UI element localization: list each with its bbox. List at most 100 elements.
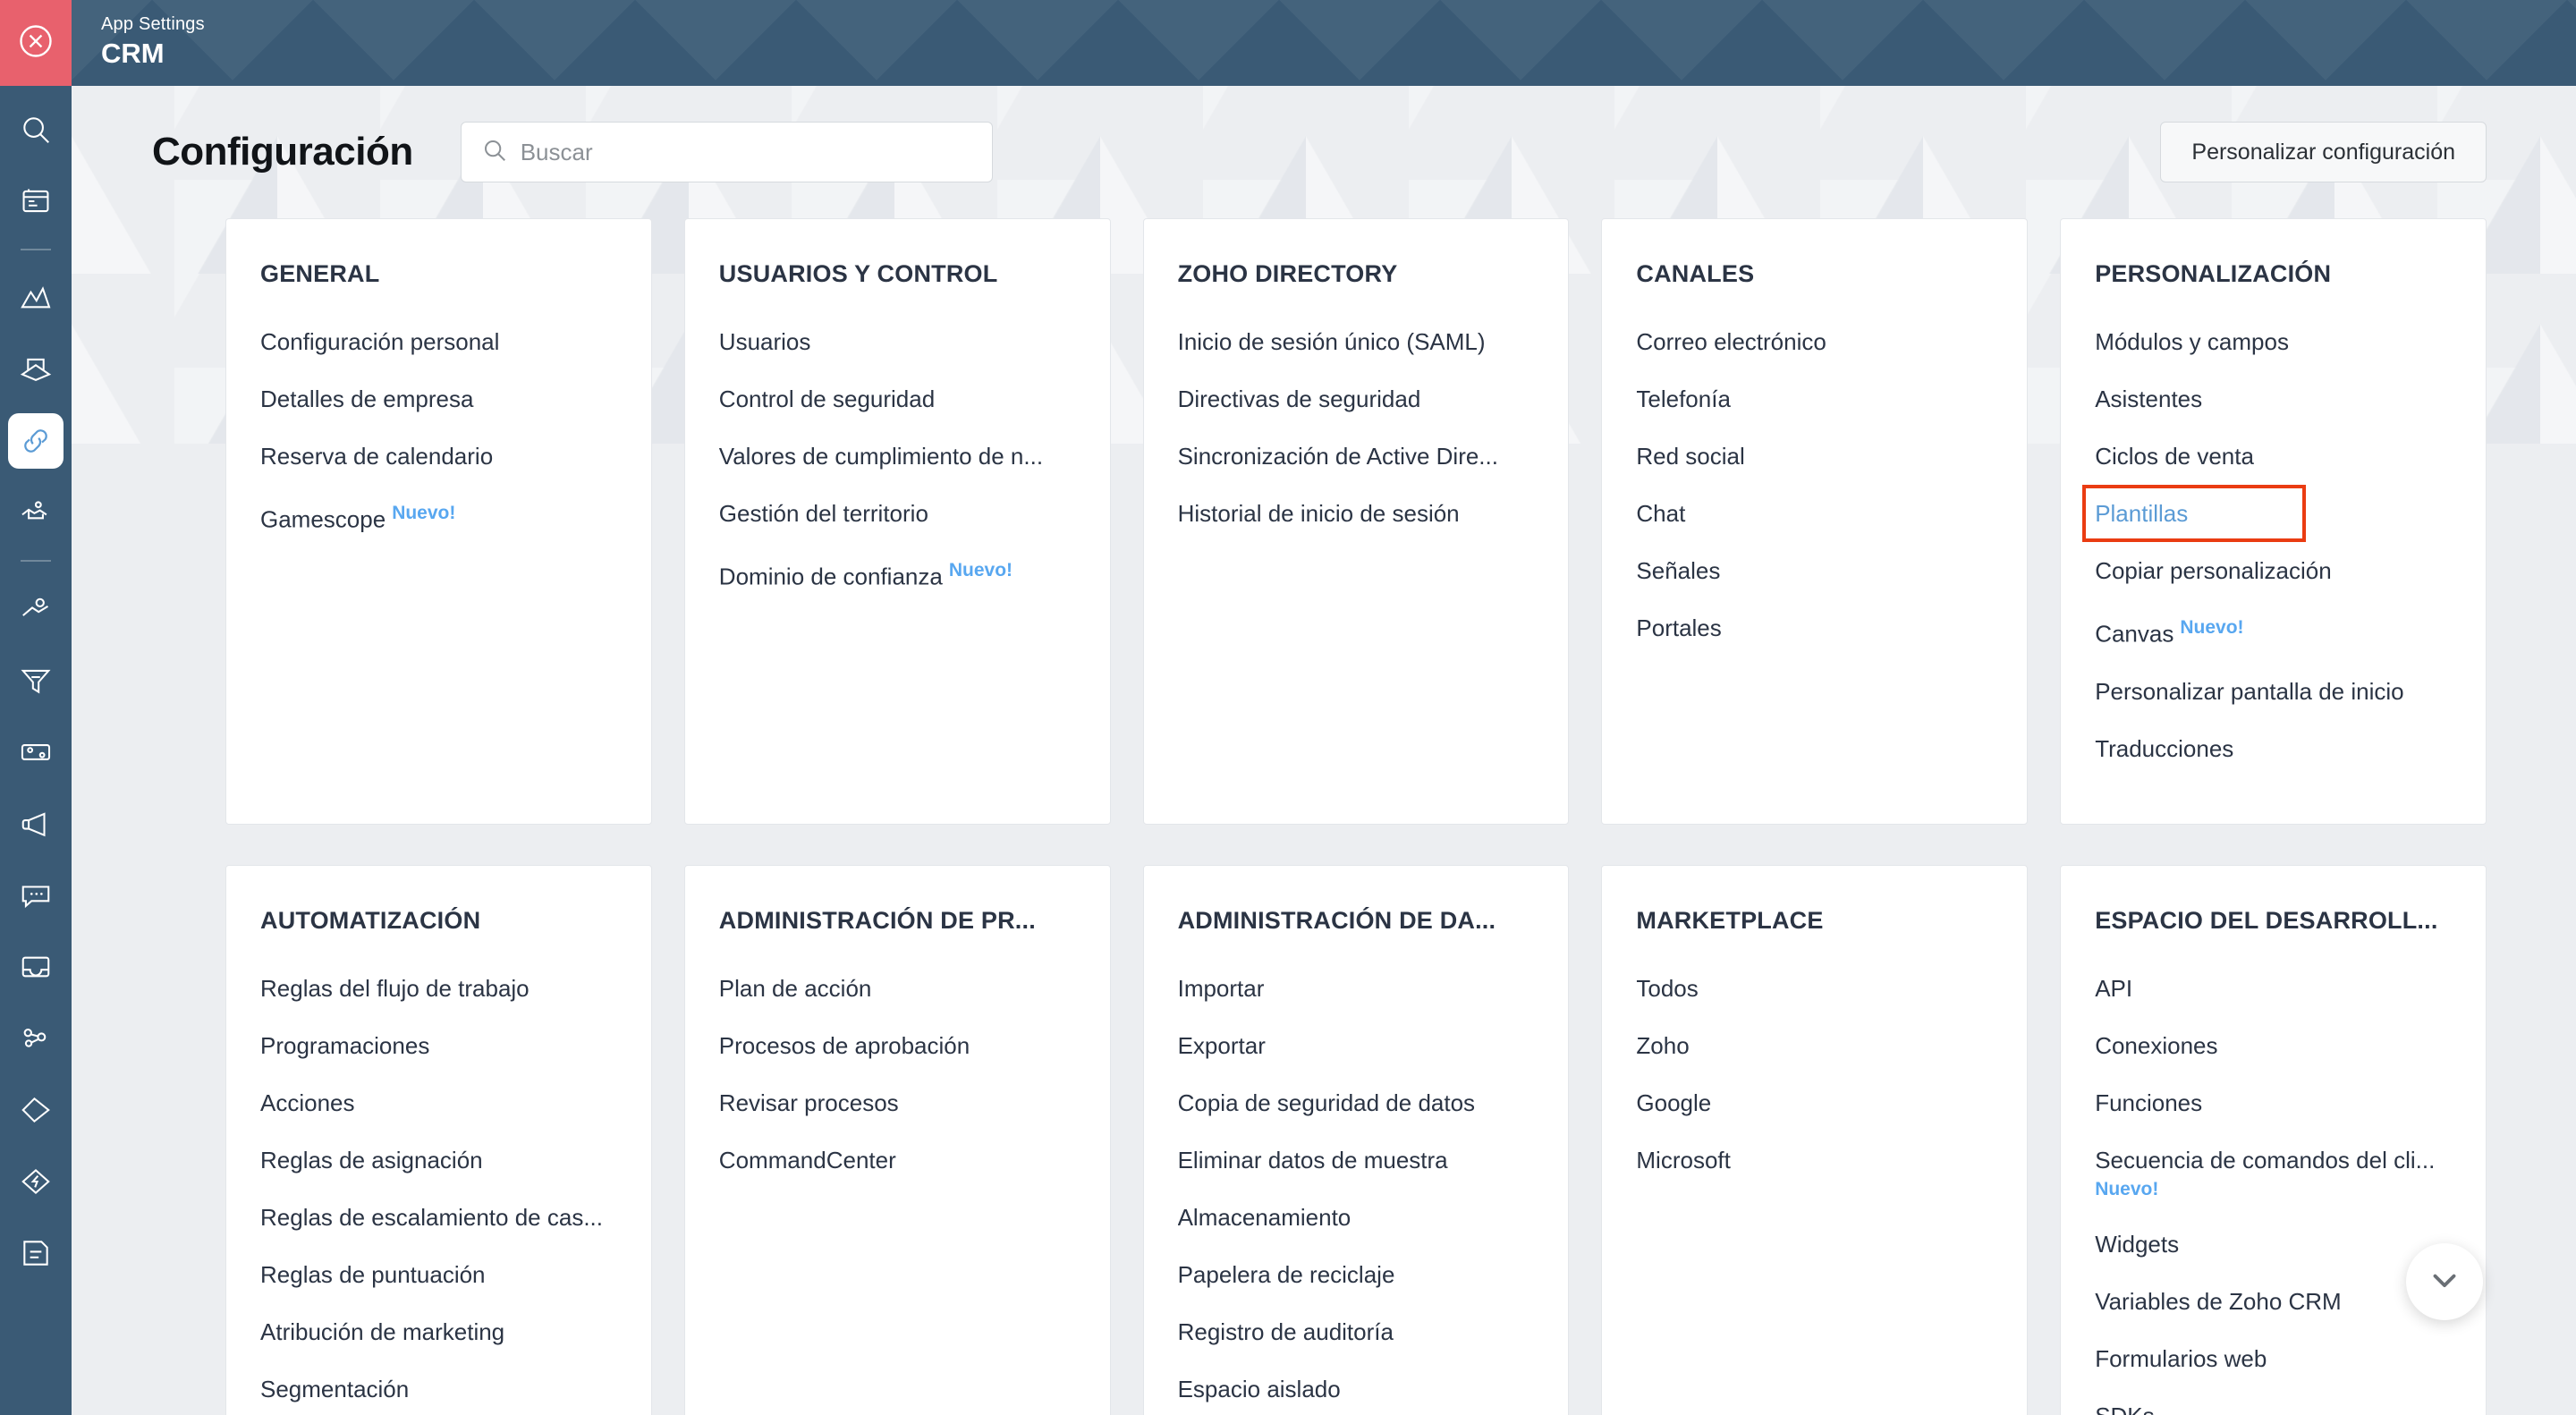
settings-link[interactable]: Asistentes [2095,383,2452,415]
settings-link[interactable]: Gestión del territorio [719,497,1076,530]
settings-link[interactable]: Registro de auditoría [1178,1316,1535,1348]
settings-link[interactable]: Dominio de confianza Nuevo! [719,555,1076,593]
settings-link-label: Red social [1636,443,1745,470]
sidebar-item-links[interactable] [8,413,64,469]
close-app-settings-button[interactable] [0,0,72,86]
settings-link[interactable]: Historial de inicio de sesión [1178,497,1535,530]
settings-link-label: Importar [1177,974,1265,1002]
card-link-list: Configuración personal Detalles de empres… [260,326,617,561]
sidebar-item-deals[interactable] [8,485,64,540]
new-badge: Nuevo! [948,560,1013,580]
chat-bubble-icon [19,878,53,912]
settings-link[interactable]: Configuración personal [260,326,617,358]
settings-link[interactable]: Portales [1636,612,1993,644]
settings-link[interactable]: Telefonía [1636,383,1993,415]
settings-link[interactable]: Exportar [1178,1029,1535,1062]
sidebar-item-chat[interactable] [8,868,64,923]
settings-link[interactable]: Eliminar datos de muestra [1178,1144,1535,1176]
settings-link[interactable]: Todos [1636,972,1993,1004]
settings-link[interactable]: Personalizar pantalla de inicio [2095,675,2452,708]
settings-link[interactable]: Valores de cumplimiento de n... [719,440,1076,472]
settings-link[interactable]: Espacio aislado [1178,1373,1535,1405]
settings-link[interactable]: Ciclos de venta [2095,440,2452,472]
settings-link[interactable]: Reglas de asignación [260,1144,617,1176]
settings-link[interactable]: Directivas de seguridad [1178,383,1535,415]
sidebar-item-social[interactable] [8,1011,64,1066]
card-link-list: Plan de acción Procesos de aprobación Revi… [719,972,1076,1201]
sidebar-item-tags[interactable] [8,1082,64,1138]
settings-link[interactable]: Conexiones [2095,1029,2452,1062]
settings-link[interactable]: Microsoft [1636,1144,1993,1176]
settings-link[interactable]: Procesos de aprobación [719,1029,1076,1062]
card-link-list: Importar Exportar Copia de seguridad de da… [1178,972,1535,1415]
settings-link[interactable]: API [2095,972,2452,1004]
sidebar-item-funnel[interactable] [8,653,64,708]
settings-link[interactable]: Reglas de escalamiento de cas... [260,1201,617,1233]
settings-link[interactable]: Copia de seguridad de datos [1178,1087,1535,1119]
card-title: GENERAL [260,260,380,287]
settings-link[interactable]: Copiar personalización [2095,555,2452,587]
settings-link[interactable]: SDKs [2095,1400,2452,1415]
settings-link[interactable]: Detalles de empresa [260,383,617,415]
settings-link[interactable]: Usuarios [719,326,1076,358]
settings-link[interactable]: Acciones [260,1087,617,1119]
sidebar-item-feeds[interactable] [8,174,64,229]
sidebar-item-search[interactable] [8,102,64,157]
card-title: PERSONALIZACIÓN [2095,260,2332,287]
card-link-list: Módulos y campos Asistentes Ciclos de vent… [2082,326,2452,790]
settings-link[interactable]: Módulos y campos [2095,326,2452,358]
settings-link[interactable]: Papelera de reciclaje [1178,1258,1535,1291]
settings-link[interactable]: Sincronización de Active Dire... [1178,440,1535,472]
settings-link[interactable]: Traducciones [2095,733,2452,765]
sidebar-item-automation[interactable] [8,1154,64,1209]
settings-link[interactable]: Funciones [2095,1087,2452,1119]
settings-link[interactable]: Importar [1178,972,1535,1004]
settings-link-label: Reglas del flujo de trabajo [260,974,530,1002]
settings-link[interactable]: Chat [1636,497,1993,530]
settings-link[interactable]: Reserva de calendario [260,440,617,472]
scroll-down-button[interactable] [2406,1243,2483,1320]
settings-link[interactable]: Widgets [2095,1228,2452,1260]
settings-card: USUARIOS Y CONTROL Usuarios Control de seg… [683,218,1111,825]
sidebar-item-email[interactable] [8,342,64,397]
settings-link-label: Portales [1636,614,1722,641]
sidebar-item-cards[interactable] [8,724,64,780]
sidebar-item-inbox[interactable] [8,939,64,995]
settings-link[interactable]: Zoho [1636,1029,1993,1062]
settings-link[interactable]: Control de seguridad [719,383,1076,415]
settings-link-label: Configuración personal [260,328,500,355]
settings-link-label: Variables de Zoho CRM [2095,1287,2342,1315]
sidebar-item-reports[interactable] [8,1225,64,1281]
settings-link[interactable]: Gamescope Nuevo! [260,497,617,536]
settings-link[interactable]: Secuencia de comandos del cli... Nuevo! [2095,1144,2452,1203]
sidebar-item-campaigns[interactable] [8,796,64,852]
settings-link-label: Traducciones [2095,734,2234,762]
settings-link[interactable]: Formularios web [2095,1343,2452,1375]
settings-link[interactable]: Programaciones [260,1029,617,1062]
settings-link[interactable]: Reglas de puntuación [260,1258,617,1291]
settings-link[interactable]: Canvas Nuevo! [2095,612,2452,650]
settings-link[interactable]: Red social [1636,440,1993,472]
sidebar-item-contacts[interactable] [8,581,64,637]
settings-link[interactable]: Almacenamiento [1178,1201,1535,1233]
settings-link[interactable]: CommandCenter [719,1144,1076,1176]
sidebar-item-analytics[interactable] [8,270,64,326]
analytics-icon [19,281,53,315]
settings-link[interactable]: Plantillas [2082,485,2307,542]
settings-link[interactable]: Inicio de sesión único (SAML) [1178,326,1535,358]
settings-link[interactable]: Señales [1636,555,1993,587]
settings-link[interactable]: Variables de Zoho CRM [2095,1285,2452,1318]
settings-link-label: Microsoft [1636,1146,1731,1174]
settings-link-label: Procesos de aprobación [718,1031,970,1059]
settings-link[interactable]: Atribución de marketing [260,1316,617,1348]
customize-settings-button[interactable]: Personalizar configuración [2160,122,2487,182]
settings-link[interactable]: Reglas del flujo de trabajo [260,972,617,1004]
search-input[interactable] [520,138,972,166]
settings-link[interactable]: Google [1636,1087,1993,1119]
settings-link[interactable]: Revisar procesos [719,1087,1076,1119]
search-box[interactable] [460,122,993,182]
settings-link[interactable]: Plan de acción [719,972,1076,1004]
settings-link-label: Gestión del territorio [718,500,928,527]
settings-link[interactable]: Segmentación [260,1373,617,1405]
settings-link[interactable]: Correo electrónico [1636,326,1993,358]
